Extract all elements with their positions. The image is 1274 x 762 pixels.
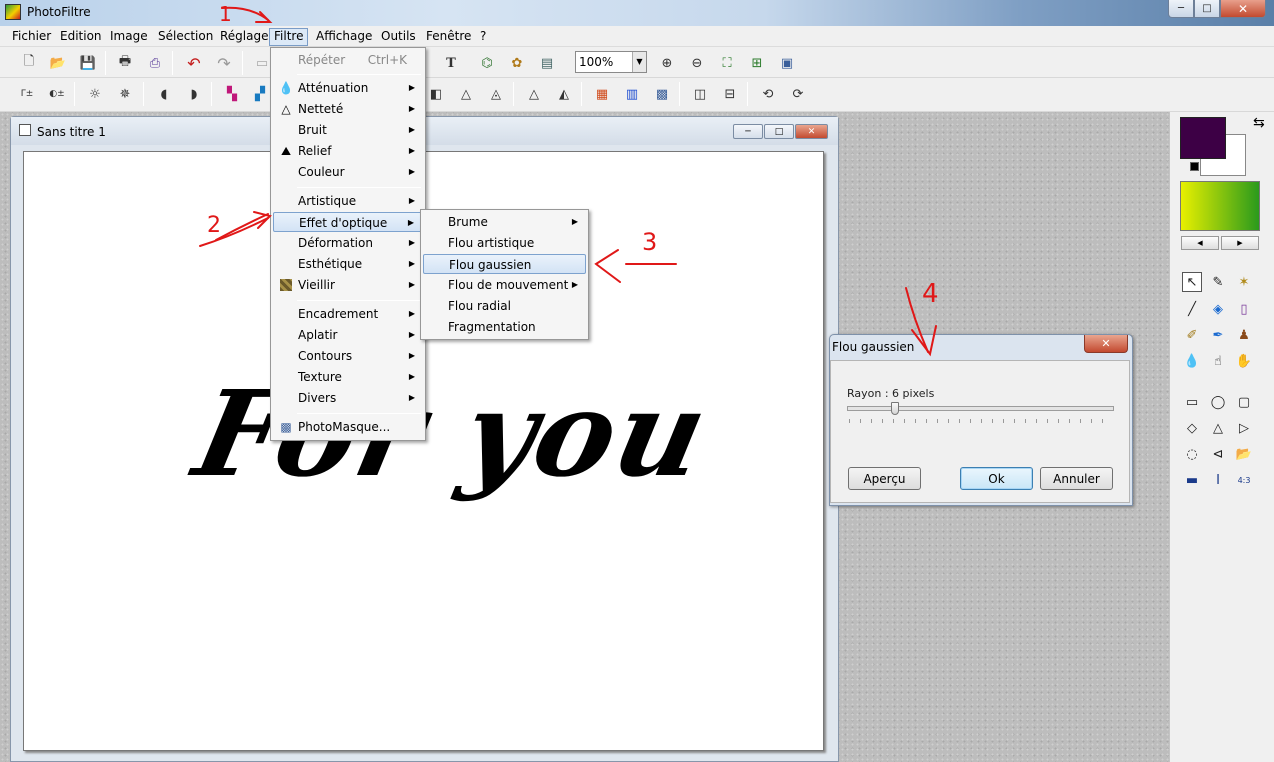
annotation-label-3: 3: [642, 228, 657, 256]
annotation-layer: 1 2 3 4: [199, 2, 939, 357]
annotation-arrows: [199, 6, 937, 357]
annotation-label-1: 1: [219, 2, 232, 26]
annotation-label-4: 4: [922, 279, 939, 309]
annotation-arrowhead-3: [594, 249, 621, 283]
annotation-label-2: 2: [207, 213, 221, 238]
